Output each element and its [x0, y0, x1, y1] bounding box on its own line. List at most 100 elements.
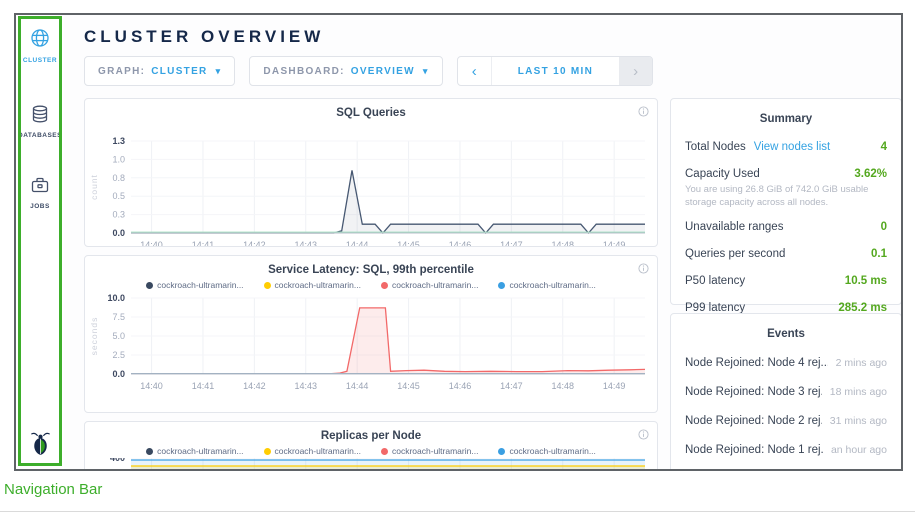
controls-bar: GRAPH: CLUSTER ▾ DASHBOARD: OVERVIEW ▾ ‹… [84, 56, 901, 86]
chart-canvas: 0.00.30.50.81.01.314:4014:4114:4214:4314… [85, 135, 657, 247]
legend-label: cockroach-ultramarin... [392, 280, 478, 290]
info-icon[interactable] [638, 429, 649, 440]
app-window: CLUSTER DATABASES JOBS [14, 13, 903, 471]
svg-text:10.0: 10.0 [107, 293, 125, 303]
chart-legend [85, 121, 657, 135]
svg-text:400: 400 [110, 458, 125, 463]
charts-column: SQL Queries 0.00.30.50.81.01.314:4014:41… [84, 98, 658, 471]
svg-text:14:48: 14:48 [551, 240, 574, 247]
legend-item[interactable]: cockroach-ultramarin... [381, 280, 478, 290]
main-content: CLUSTER OVERVIEW GRAPH: CLUSTER ▾ DASHBO… [64, 15, 901, 469]
legend-item[interactable]: cockroach-ultramarin... [381, 446, 478, 456]
summary-row-queries-per-second: Queries per second 0.1 [685, 241, 887, 268]
chart-legend: cockroach-ultramarin... cockroach-ultrama… [85, 278, 657, 292]
legend-label: cockroach-ultramarin... [275, 280, 361, 290]
legend-item[interactable]: cockroach-ultramarin... [146, 446, 243, 456]
legend-item[interactable]: cockroach-ultramarin... [264, 446, 361, 456]
event-text: Node Rejoined: Node 3 rej... [685, 386, 822, 398]
event-row: Node Rejoined: Node 4 rej... an hour ago [685, 464, 887, 471]
dashboard-dropdown-value: OVERVIEW [351, 66, 415, 77]
summary-row-capacity-used: Capacity Used 3.62% [685, 160, 887, 187]
event-row: Node Rejoined: Node 3 rej... 18 mins ago [685, 377, 887, 406]
summary-row-unavailable-ranges: Unavailable ranges 0 [685, 214, 887, 241]
sidebar-item-databases[interactable]: DATABASES [16, 104, 64, 139]
summary-row-value: 0 [881, 221, 887, 233]
svg-text:14:47: 14:47 [500, 381, 523, 391]
sidebar-item-label: DATABASES [16, 132, 64, 139]
events-panel: Events Node Rejoined: Node 4 rej... 2 mi… [670, 313, 902, 471]
legend-item[interactable]: cockroach-ultramarin... [498, 280, 595, 290]
legend-item[interactable]: cockroach-ultramarin... [146, 280, 243, 290]
svg-text:count: count [89, 174, 99, 200]
svg-text:14:40: 14:40 [140, 240, 163, 247]
view-nodes-list-link[interactable]: View nodes list [754, 141, 831, 153]
chart-panel-replicas-per-node: Replicas per Node cockroach-ultramarin..… [84, 421, 658, 471]
chart-legend: cockroach-ultramarin... cockroach-ultrama… [85, 444, 657, 458]
legend-dot-icon [381, 448, 388, 455]
chart-panel-service-latency: Service Latency: SQL, 99th percentile co… [84, 255, 658, 413]
chart-canvas: 400 [85, 458, 657, 471]
time-range-label[interactable]: LAST 10 MIN [491, 57, 619, 85]
event-text: Node Rejoined: Node 1 rej... [685, 444, 823, 456]
chart-title: SQL Queries [85, 99, 657, 121]
legend-label: cockroach-ultramarin... [275, 446, 361, 456]
svg-text:14:46: 14:46 [449, 240, 472, 247]
summary-row-label: Total Nodes [685, 141, 746, 153]
sidebar-item-label: CLUSTER [16, 57, 64, 64]
events-title: Events [685, 328, 887, 340]
time-range-prev-button[interactable]: ‹ [458, 57, 491, 85]
event-time: 31 mins ago [830, 415, 887, 427]
svg-text:14:43: 14:43 [294, 381, 317, 391]
chevron-down-icon: ▾ [216, 66, 222, 77]
right-column: Summary Total Nodes View nodes list 4 Ca… [670, 98, 902, 471]
sidebar-item-jobs[interactable]: JOBS [16, 175, 64, 210]
svg-text:14:42: 14:42 [243, 240, 266, 247]
dashboard-dropdown-label: DASHBOARD: [263, 66, 344, 77]
summary-row-total-nodes: Total Nodes View nodes list 4 [685, 133, 887, 160]
event-row: Node Rejoined: Node 4 rej... 2 mins ago [685, 348, 887, 377]
event-time: 2 mins ago [836, 357, 887, 369]
svg-text:14:41: 14:41 [192, 381, 215, 391]
svg-text:14:46: 14:46 [449, 381, 472, 391]
svg-text:14:47: 14:47 [500, 240, 523, 247]
svg-text:14:49: 14:49 [603, 381, 626, 391]
annotation-navigation-bar: Navigation Bar [4, 481, 102, 498]
event-time: an hour ago [831, 444, 887, 456]
legend-label: cockroach-ultramarin... [509, 280, 595, 290]
legend-label: cockroach-ultramarin... [392, 446, 478, 456]
legend-item[interactable]: cockroach-ultramarin... [498, 446, 595, 456]
dashboard-dropdown[interactable]: DASHBOARD: OVERVIEW ▾ [249, 56, 442, 86]
info-icon[interactable] [638, 263, 649, 274]
svg-text:1.0: 1.0 [112, 154, 125, 164]
legend-label: cockroach-ultramarin... [157, 446, 243, 456]
event-text: Node Rejoined: Node 4 rej... [685, 357, 828, 369]
graph-dropdown-value: CLUSTER [151, 66, 207, 77]
legend-label: cockroach-ultramarin... [509, 446, 595, 456]
graph-dropdown-label: GRAPH: [98, 66, 145, 77]
svg-text:0.8: 0.8 [112, 173, 125, 183]
sidebar-item-cluster[interactable]: CLUSTER [16, 27, 64, 64]
database-icon [30, 111, 50, 128]
chevron-right-icon: › [633, 63, 638, 80]
summary-title: Summary [685, 113, 887, 125]
summary-panel: Summary Total Nodes View nodes list 4 Ca… [670, 98, 902, 305]
page-title: CLUSTER OVERVIEW [84, 27, 901, 47]
time-range-next-button[interactable]: › [619, 57, 652, 85]
event-time: 18 mins ago [830, 386, 887, 398]
legend-dot-icon [264, 448, 271, 455]
svg-text:0.5: 0.5 [112, 191, 125, 201]
legend-item[interactable]: cockroach-ultramarin... [264, 280, 361, 290]
legend-dot-icon [498, 448, 505, 455]
chevron-down-icon: ▾ [423, 66, 429, 77]
svg-text:2.5: 2.5 [112, 350, 125, 360]
svg-text:0.0: 0.0 [112, 228, 125, 238]
svg-text:14:44: 14:44 [346, 240, 369, 247]
summary-row-label: P50 latency [685, 275, 745, 287]
graph-dropdown[interactable]: GRAPH: CLUSTER ▾ [84, 56, 235, 86]
chart-title: Service Latency: SQL, 99th percentile [85, 256, 657, 278]
info-icon[interactable] [638, 106, 649, 117]
svg-text:1.3: 1.3 [112, 136, 125, 146]
capacity-used-description: You are using 26.8 GiB of 742.0 GiB usab… [685, 184, 887, 210]
svg-text:14:49: 14:49 [603, 240, 626, 247]
chevron-left-icon: ‹ [472, 63, 477, 80]
